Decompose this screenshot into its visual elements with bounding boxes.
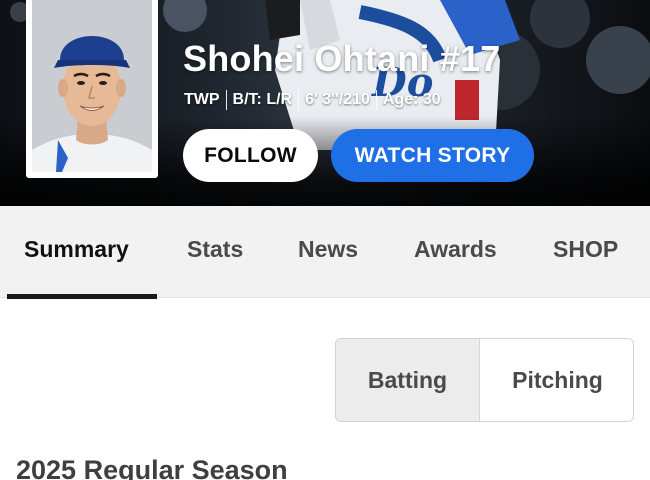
follow-button[interactable]: FOLLOW [183,129,318,182]
bio-age: Age: 30 [382,91,441,108]
player-hero: Do Shohei Ohtani #17 TWP B/T: L/R 6' 3"/… [0,0,650,206]
bio-divider [375,90,377,110]
bio-divider [298,90,300,110]
tab-stats[interactable]: Stats [187,236,243,263]
player-tab-bar: Summary Stats News Awards SHOP [0,206,650,299]
tab-awards[interactable]: Awards [414,236,497,263]
toggle-pitching[interactable]: Pitching [480,339,633,421]
section-title: 2025 Regular Season [16,455,288,480]
tab-summary[interactable]: Summary [24,236,129,263]
player-bio-line: TWP B/T: L/R 6' 3"/210 Age: 30 [184,90,441,110]
tab-shop[interactable]: SHOP [553,236,618,263]
bio-divider [225,90,227,110]
tab-news[interactable]: News [298,236,358,263]
bio-height-weight: 6' 3"/210 [305,91,370,108]
player-headshot-card [26,0,158,178]
bio-bats-throws: B/T: L/R [232,91,293,108]
active-tab-indicator [7,294,157,299]
watch-story-button[interactable]: WATCH STORY [331,129,534,182]
batting-pitching-toggle: Batting Pitching [335,338,634,422]
player-headshot [32,0,152,172]
player-name: Shohei Ohtani #17 [183,38,501,79]
bio-position: TWP [184,91,220,108]
toggle-batting[interactable]: Batting [336,339,480,421]
